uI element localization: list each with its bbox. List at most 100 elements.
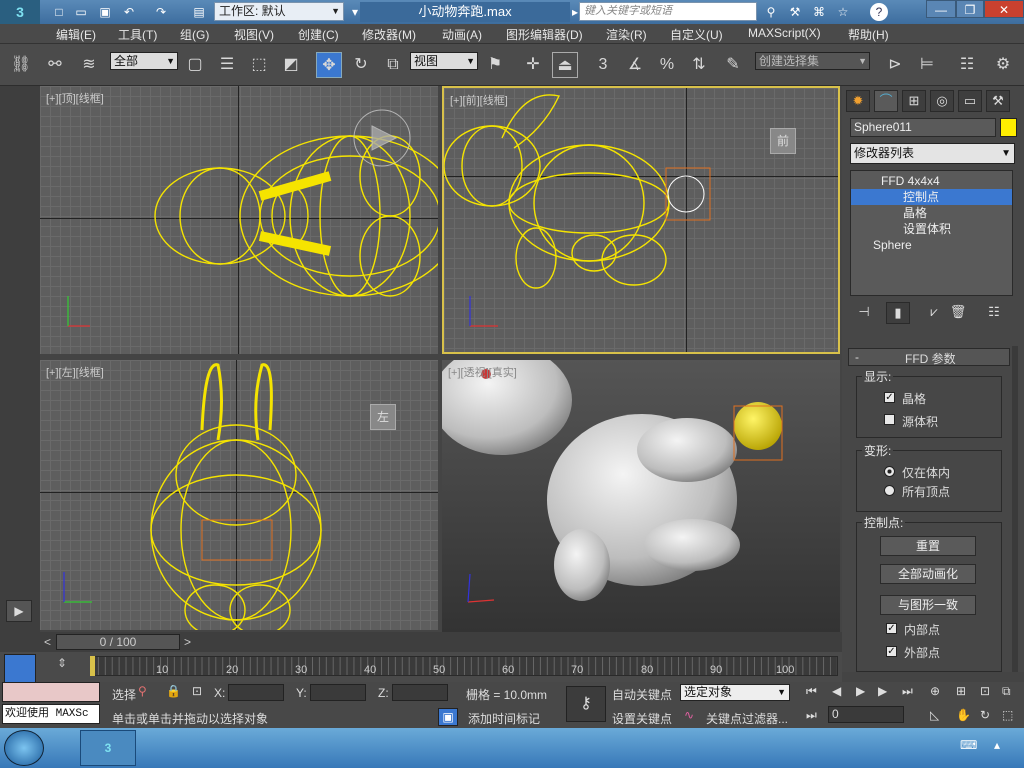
menu-animation[interactable]: 动画(A) — [442, 26, 482, 43]
unlink-icon[interactable]: ⚯ — [42, 52, 68, 78]
menu-customize[interactable]: 自定义(U) — [670, 26, 723, 43]
time-next-icon[interactable]: > — [184, 635, 191, 649]
menu-help[interactable]: 帮助(H) — [848, 26, 889, 43]
conform-to-shape-button[interactable]: 与图形一致 — [880, 595, 976, 615]
keyboard-tray-icon[interactable]: ⌨ — [960, 738, 977, 752]
align-icon[interactable]: ⊨ — [914, 52, 940, 78]
menu-rendering[interactable]: 渲染(R) — [606, 26, 647, 43]
stack-item-set-volume[interactable]: 设置体积 — [851, 221, 1012, 237]
create-tab-icon[interactable]: ✹ — [846, 90, 870, 112]
menu-group[interactable]: 组(G) — [180, 26, 209, 43]
viewport-top[interactable]: [+][顶][线框] — [40, 86, 438, 354]
hierarchy-tab-icon[interactable]: ⊞ — [902, 90, 926, 112]
object-name-field[interactable]: Sphere011 — [850, 118, 996, 137]
modify-tab-icon[interactable]: ⌒ — [874, 90, 898, 112]
binoculars-icon[interactable]: ⚲ — [762, 3, 780, 21]
menu-graph-editors[interactable]: 图形编辑器(D) — [506, 26, 583, 43]
taskbar-3dsmax-icon[interactable]: 3 — [80, 730, 136, 766]
key-filters-button[interactable]: 关键点过滤器... — [706, 710, 788, 727]
menu-modifiers[interactable]: 修改器(M) — [362, 26, 416, 43]
named-selection-dropdown[interactable]: 创建选择集 ▼ — [755, 52, 870, 70]
auto-key-button[interactable]: 自动关键点 — [612, 686, 672, 703]
reference-coord-dropdown[interactable]: 视图 ▼ — [410, 52, 478, 70]
restore-button[interactable]: ❐ — [956, 0, 984, 18]
stack-item-sphere[interactable]: Sphere — [851, 237, 1012, 253]
mirror-icon[interactable]: ⊳ — [882, 52, 908, 78]
zoom-all-icon[interactable]: ⊞ — [956, 684, 966, 698]
configure-sets-icon[interactable]: ☷ — [982, 302, 1006, 324]
spinner-snap-icon[interactable]: ⇅ — [686, 52, 712, 78]
percent-snap-icon[interactable]: % — [654, 52, 680, 78]
inside-points-checkbox[interactable]: ✓ — [886, 623, 897, 634]
lattice-checkbox[interactable]: ✓ — [884, 392, 895, 403]
ffd-params-rollout-header[interactable]: - FFD 参数 — [848, 348, 1010, 366]
outside-points-checkbox[interactable]: ✓ — [886, 646, 897, 657]
play-icon[interactable]: ▶ — [856, 684, 865, 698]
stack-item-lattice[interactable]: 晶格 — [851, 205, 1012, 221]
set-key-icon[interactable]: ⚷ — [566, 686, 606, 722]
maxscript-listener-white[interactable]: 欢迎使用 MAXSc — [2, 704, 100, 724]
keyboard-shortcut-override-icon[interactable]: ⏏ — [552, 52, 578, 78]
remove-modifier-icon[interactable]: 🗑 — [946, 302, 970, 324]
favorites-star-icon[interactable]: ☆ — [834, 3, 852, 21]
goto-start-icon[interactable]: ⏮ — [806, 684, 817, 699]
select-by-name-icon[interactable]: ☰ — [214, 52, 240, 78]
minimize-button[interactable]: — — [926, 0, 956, 18]
maximize-viewport-icon[interactable]: ⬚ — [1002, 708, 1013, 722]
mini-curve-icon[interactable]: ⇕ — [52, 656, 72, 676]
panel-scrollbar[interactable] — [1012, 346, 1018, 672]
menu-edit[interactable]: 编辑(E) — [56, 26, 96, 43]
project-folder-icon[interactable]: ▤ — [190, 3, 208, 21]
modifier-stack[interactable]: FFD 4x4x4 控制点 晶格 设置体积 Sphere — [850, 170, 1013, 296]
all-vertices-radio[interactable] — [884, 485, 895, 496]
mini-curve-editor-toggle[interactable]: ▶ — [6, 600, 32, 622]
prev-frame-icon[interactable]: ◀ — [832, 684, 841, 698]
field-of-view-icon[interactable]: ◺ — [930, 708, 939, 722]
z-coordinate-field[interactable] — [392, 684, 448, 701]
render-setup-icon[interactable]: ⚙ — [990, 52, 1016, 78]
new-file-icon[interactable]: □ — [50, 3, 68, 21]
object-color-swatch[interactable] — [1000, 118, 1017, 137]
isolate-icon[interactable]: ⚲ — [138, 684, 147, 698]
viewport-front[interactable]: 前 [+][前][线框] — [442, 86, 840, 354]
goto-end-icon[interactable]: ⏭ — [902, 684, 913, 699]
motion-tab-icon[interactable]: ◎ — [930, 90, 954, 112]
open-file-icon[interactable]: ▭ — [72, 3, 90, 21]
snaps-toggle-icon[interactable]: 3 — [590, 52, 616, 78]
help-icon[interactable]: ? — [870, 3, 888, 21]
timeline-ruler[interactable] — [90, 656, 838, 676]
angle-snap-icon[interactable]: ∡ — [622, 52, 648, 78]
make-unique-icon[interactable]: ⩗ — [922, 302, 946, 324]
show-end-result-icon[interactable]: ▮ — [886, 302, 910, 324]
key-mode-dropdown[interactable]: 选定对象 ▼ — [680, 684, 790, 701]
track-bar[interactable]: ⇕ 10 20 30 40 50 60 70 80 90 100 — [0, 652, 842, 686]
zoom-extents-all-icon[interactable]: ⧉ — [1002, 684, 1011, 699]
source-volume-checkbox[interactable] — [884, 414, 895, 425]
display-tab-icon[interactable]: ▭ — [958, 90, 982, 112]
tray-expand-icon[interactable]: ▴ — [994, 738, 1000, 752]
zoom-icon[interactable]: ⊕ — [930, 684, 940, 698]
menu-create[interactable]: 创建(C) — [298, 26, 339, 43]
window-crossing-icon[interactable]: ◩ — [278, 52, 304, 78]
select-manipulate-icon[interactable]: ✛ — [520, 52, 546, 78]
redo-icon[interactable]: ↷ — [152, 3, 170, 21]
time-prev-icon[interactable]: < — [44, 635, 51, 649]
edit-named-selection-icon[interactable]: ✎ — [720, 52, 746, 78]
key-mode-toggle-icon[interactable]: ⏭ — [806, 708, 817, 723]
start-button[interactable] — [4, 730, 44, 766]
close-button[interactable]: ✕ — [984, 0, 1024, 18]
save-icon[interactable]: ▣ — [96, 3, 114, 21]
time-slider-bar[interactable]: < 0 / 100 > — [0, 632, 842, 652]
time-tag-icon[interactable]: ▣ — [438, 708, 458, 726]
current-frame-field[interactable]: 0 — [828, 706, 904, 723]
animate-all-button[interactable]: 全部动画化 — [880, 564, 976, 584]
viewport-perspective[interactable]: [+][透视][真实] — [442, 360, 840, 632]
selection-lock-icon[interactable]: 🔒 — [166, 684, 181, 698]
zoom-extents-icon[interactable]: ⊡ — [980, 684, 990, 698]
stack-item-control-points[interactable]: 控制点 — [851, 189, 1012, 205]
rect-selection-region-icon[interactable]: ⬚ — [246, 52, 272, 78]
link-icon[interactable]: ⛓ — [8, 52, 34, 78]
bind-space-warp-icon[interactable]: ≋ — [76, 52, 102, 78]
viewport-left[interactable]: 左 [+][左][线框] — [40, 360, 438, 630]
pan-hand-icon[interactable]: ✋ — [956, 708, 971, 722]
